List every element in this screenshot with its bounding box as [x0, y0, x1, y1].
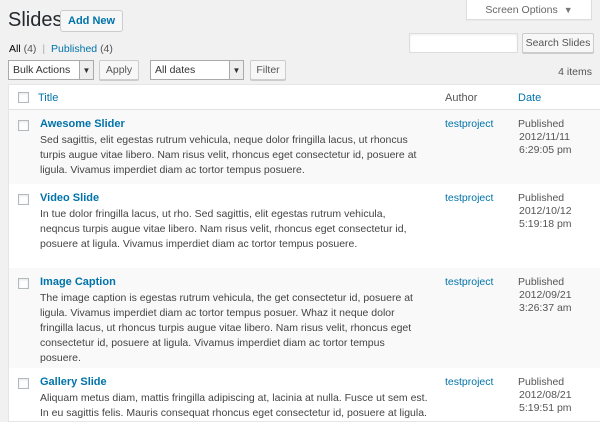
table-row: Gallery Slide Aliquam metus diam, mattis… [9, 368, 600, 421]
row-time-value: 5:19:51 pm [519, 402, 572, 414]
table-row: Awesome Slider Sed sagittis, elit egesta… [9, 110, 600, 184]
row-status: Published [518, 376, 565, 388]
row-checkbox[interactable] [18, 278, 29, 289]
row-date-value: 2012/09/21 [519, 289, 572, 301]
triangle-down-icon: ▼ [229, 61, 243, 79]
row-excerpt: Sed sagittis, elit egestas rutrum vehicu… [40, 134, 417, 176]
row-author-link[interactable]: testproject [445, 192, 493, 204]
items-count: 4 items [558, 66, 592, 78]
row-date: Published 2012/11/11 6:29:05 pm [518, 118, 572, 157]
table-row: Image Caption The image caption is egest… [9, 268, 600, 368]
add-new-button[interactable]: Add New [60, 10, 124, 32]
row-time-value: 3:26:37 am [519, 302, 572, 314]
bulk-actions-select[interactable]: Bulk Actions ▼ [8, 60, 94, 80]
row-date: Published 2012/08/21 5:19:51 pm [518, 376, 572, 415]
status-filter-links: All (4) | Published (4) [9, 43, 113, 55]
table-header: Title Author Date [9, 85, 600, 110]
bulk-actions-value: Bulk Actions [13, 64, 71, 76]
filter-published-link[interactable]: Published [51, 43, 97, 55]
row-title-link[interactable]: Awesome Slider [40, 118, 125, 130]
row-excerpt: The image caption is egestas rutrum vehi… [40, 292, 413, 364]
filter-separator: | [42, 43, 46, 55]
filter-all-link[interactable]: All [9, 43, 21, 55]
dates-value: All dates [155, 64, 196, 76]
slides-table: Title Author Date Awesome Slider Sed sag… [8, 84, 600, 422]
filter-button[interactable]: Filter [250, 60, 286, 80]
row-title-link[interactable]: Video Slide [40, 192, 99, 204]
row-date-value: 2012/11/11 [519, 131, 570, 143]
row-checkbox[interactable] [18, 378, 29, 389]
row-title-link[interactable]: Gallery Slide [40, 376, 107, 388]
row-date-value: 2012/08/21 [519, 389, 572, 401]
row-status: Published [518, 118, 565, 130]
triangle-down-icon: ▼ [79, 61, 93, 79]
filter-published-count: (4) [100, 43, 113, 55]
screen-options-button[interactable]: Screen Options ▼ [466, 0, 592, 20]
row-title-link[interactable]: Image Caption [40, 276, 116, 288]
page-title: Slides [8, 9, 63, 31]
column-date-header[interactable]: Date [518, 92, 541, 104]
select-all-checkbox[interactable] [18, 92, 29, 103]
row-date-value: 2012/10/12 [519, 205, 572, 217]
row-checkbox[interactable] [18, 120, 29, 131]
search-slides-button[interactable]: Search Slides [522, 33, 594, 53]
row-time-value: 5:19:18 pm [519, 218, 572, 230]
row-excerpt: Aliquam metus diam, mattis fringilla adi… [40, 392, 428, 419]
row-date: Published 2012/09/21 3:26:37 am [518, 276, 572, 315]
filter-all-count: (4) [23, 43, 37, 55]
row-author-link[interactable]: testproject [445, 376, 493, 388]
triangle-down-icon: ▼ [563, 4, 573, 15]
table-row: Video Slide In tue dolor fringilla lacus… [9, 184, 600, 268]
dates-select[interactable]: All dates ▼ [150, 60, 244, 80]
row-date: Published 2012/10/12 5:19:18 pm [518, 192, 572, 231]
row-author-link[interactable]: testproject [445, 276, 493, 288]
row-author-link[interactable]: testproject [445, 118, 493, 130]
row-status: Published [518, 276, 565, 288]
column-title-header[interactable]: Title [38, 92, 58, 104]
apply-button[interactable]: Apply [99, 60, 139, 80]
column-author-header: Author [445, 92, 478, 104]
screen-options-label: Screen Options [485, 3, 558, 16]
row-excerpt: In tue dolor fringilla lacus, ut rho. Se… [40, 208, 407, 250]
row-status: Published [518, 192, 565, 204]
row-checkbox[interactable] [18, 194, 29, 205]
search-input[interactable] [409, 33, 518, 53]
row-time-value: 6:29:05 pm [519, 144, 572, 156]
